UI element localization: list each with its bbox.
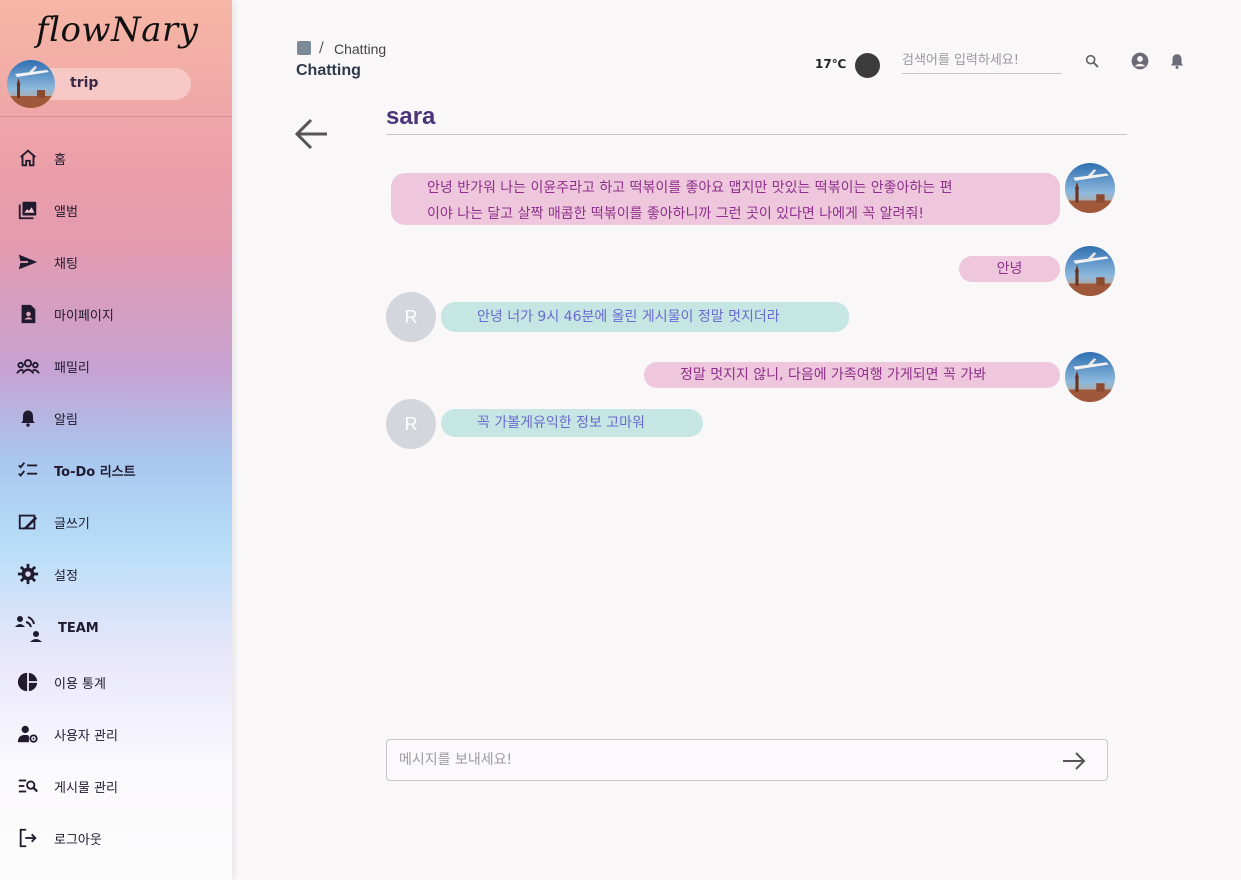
message-bubble-received: 안녕 너가 9시 46분에 올린 게시물이 정말 멋지더라 xyxy=(441,302,849,332)
chat-partner-name: sara xyxy=(386,103,436,130)
breadcrumb-home-icon[interactable] xyxy=(297,41,311,55)
search-input[interactable] xyxy=(902,48,1062,74)
send-icon xyxy=(16,250,40,274)
album-icon xyxy=(16,198,40,222)
message-bubble-sent: 안녕 반가워 나는 이윤주라고 하고 떡볶이를 좋아요 맵지만 맛있는 떡볶이는… xyxy=(391,173,1060,225)
title-divider xyxy=(386,134,1127,135)
notification-bell-icon[interactable] xyxy=(1167,51,1187,71)
sidebar-item-label: 게시물 관리 xyxy=(54,780,118,796)
breadcrumb[interactable]: Chatting xyxy=(334,41,386,57)
sidebar-divider xyxy=(0,116,232,117)
sidebar-item-chat[interactable]: 채팅 xyxy=(0,240,232,284)
message-text: 안녕 xyxy=(996,261,1023,277)
sidebar-item-family[interactable]: 패밀리 xyxy=(0,344,232,388)
sidebar-item-album[interactable]: 앨범 xyxy=(0,188,232,232)
sidebar-item-label: 설정 xyxy=(54,568,78,584)
sidebar-item-post-management[interactable]: 게시물 관리 xyxy=(0,764,232,808)
sidebar-item-logout[interactable]: 로그아웃 xyxy=(0,816,232,860)
partner-avatar: R xyxy=(386,399,436,449)
my-avatar xyxy=(1065,163,1115,213)
sidebar-item-label: 채팅 xyxy=(54,256,78,272)
sidebar-item-home[interactable]: 홈 xyxy=(0,136,232,180)
sidebar-item-label: 로그아웃 xyxy=(54,832,102,848)
bell-icon xyxy=(16,406,40,430)
message-text: 이야 나는 달고 살짝 매콤한 떡볶이를 좋아하니까 그런 곳이 있다면 나에게… xyxy=(427,206,924,222)
sidebar-item-notifications[interactable]: 알림 xyxy=(0,396,232,440)
write-icon xyxy=(16,510,40,534)
message-text: 정말 멋지지 않니, 다음에 가족여행 가게되면 꼭 가봐 xyxy=(680,367,987,383)
checklist-icon xyxy=(16,458,40,482)
temperature-readout: 17℃ xyxy=(815,57,847,71)
breadcrumb-separator: / xyxy=(319,40,324,56)
my-page-icon xyxy=(16,302,40,326)
post-manage-icon xyxy=(16,774,40,798)
message-input[interactable] xyxy=(399,748,1039,772)
my-avatar xyxy=(1065,246,1115,296)
home-icon xyxy=(16,146,40,170)
send-arrow-icon[interactable] xyxy=(1061,750,1087,772)
message-text: 안녕 반가워 나는 이윤주라고 하고 떡볶이를 좋아요 맵지만 맛있는 떡볶이는… xyxy=(427,180,953,196)
pie-chart-icon xyxy=(16,670,40,694)
sidebar-item-label: 패밀리 xyxy=(54,360,90,376)
sidebar-item-label: 글쓰기 xyxy=(54,516,90,532)
partner-avatar: R xyxy=(386,292,436,342)
page-title: Chatting xyxy=(296,62,361,79)
app-logo[interactable]: flowNary xyxy=(36,10,199,50)
message-bubble-sent: 안녕 xyxy=(959,256,1060,282)
search-icon[interactable] xyxy=(1082,51,1102,71)
sidebar-item-todo[interactable]: To-Do 리스트 xyxy=(0,448,232,492)
team-icon xyxy=(14,613,44,643)
sidebar: flowNary trip 홈 앨범 채팅 마이페이지 패밀리 알림 To-Do… xyxy=(0,0,232,880)
family-icon xyxy=(16,354,40,378)
sidebar-item-settings[interactable]: 설정 xyxy=(0,552,232,596)
profile-pill[interactable] xyxy=(34,68,191,100)
back-arrow-icon[interactable] xyxy=(294,117,330,151)
sidebar-item-label: 사용자 관리 xyxy=(54,728,118,744)
message-bubble-received: 꼭 가볼게유익한 정보 고마워 xyxy=(441,409,703,437)
my-avatar xyxy=(1065,352,1115,402)
user-settings-icon xyxy=(16,722,40,746)
sidebar-item-label: To-Do 리스트 xyxy=(54,464,136,480)
sidebar-item-label: 앨범 xyxy=(54,204,78,220)
message-composer xyxy=(386,739,1108,781)
sidebar-item-label: TEAM xyxy=(58,620,99,636)
sidebar-item-label: 이용 통계 xyxy=(54,676,106,692)
sidebar-item-label: 마이페이지 xyxy=(54,308,114,324)
message-bubble-sent: 정말 멋지지 않니, 다음에 가족여행 가게되면 꼭 가봐 xyxy=(644,362,1060,388)
message-text: 꼭 가볼게유익한 정보 고마워 xyxy=(477,415,645,431)
sidebar-item-my-page[interactable]: 마이페이지 xyxy=(0,292,232,336)
gear-icon xyxy=(16,562,40,586)
sidebar-item-statistics[interactable]: 이용 통계 xyxy=(0,660,232,704)
user-name: trip xyxy=(70,75,99,91)
account-icon[interactable] xyxy=(1130,51,1150,71)
sidebar-item-label: 알림 xyxy=(54,412,78,428)
sidebar-item-label: 홈 xyxy=(54,152,66,168)
message-text: 안녕 너가 9시 46분에 올린 게시물이 정말 멋지더라 xyxy=(477,309,780,325)
sidebar-item-write[interactable]: 글쓰기 xyxy=(0,500,232,544)
logout-icon xyxy=(16,826,40,850)
sidebar-item-user-management[interactable]: 사용자 관리 xyxy=(0,712,232,756)
weather-icon xyxy=(855,53,880,78)
sidebar-item-team[interactable]: TEAM xyxy=(0,606,232,650)
user-avatar[interactable] xyxy=(7,60,55,108)
